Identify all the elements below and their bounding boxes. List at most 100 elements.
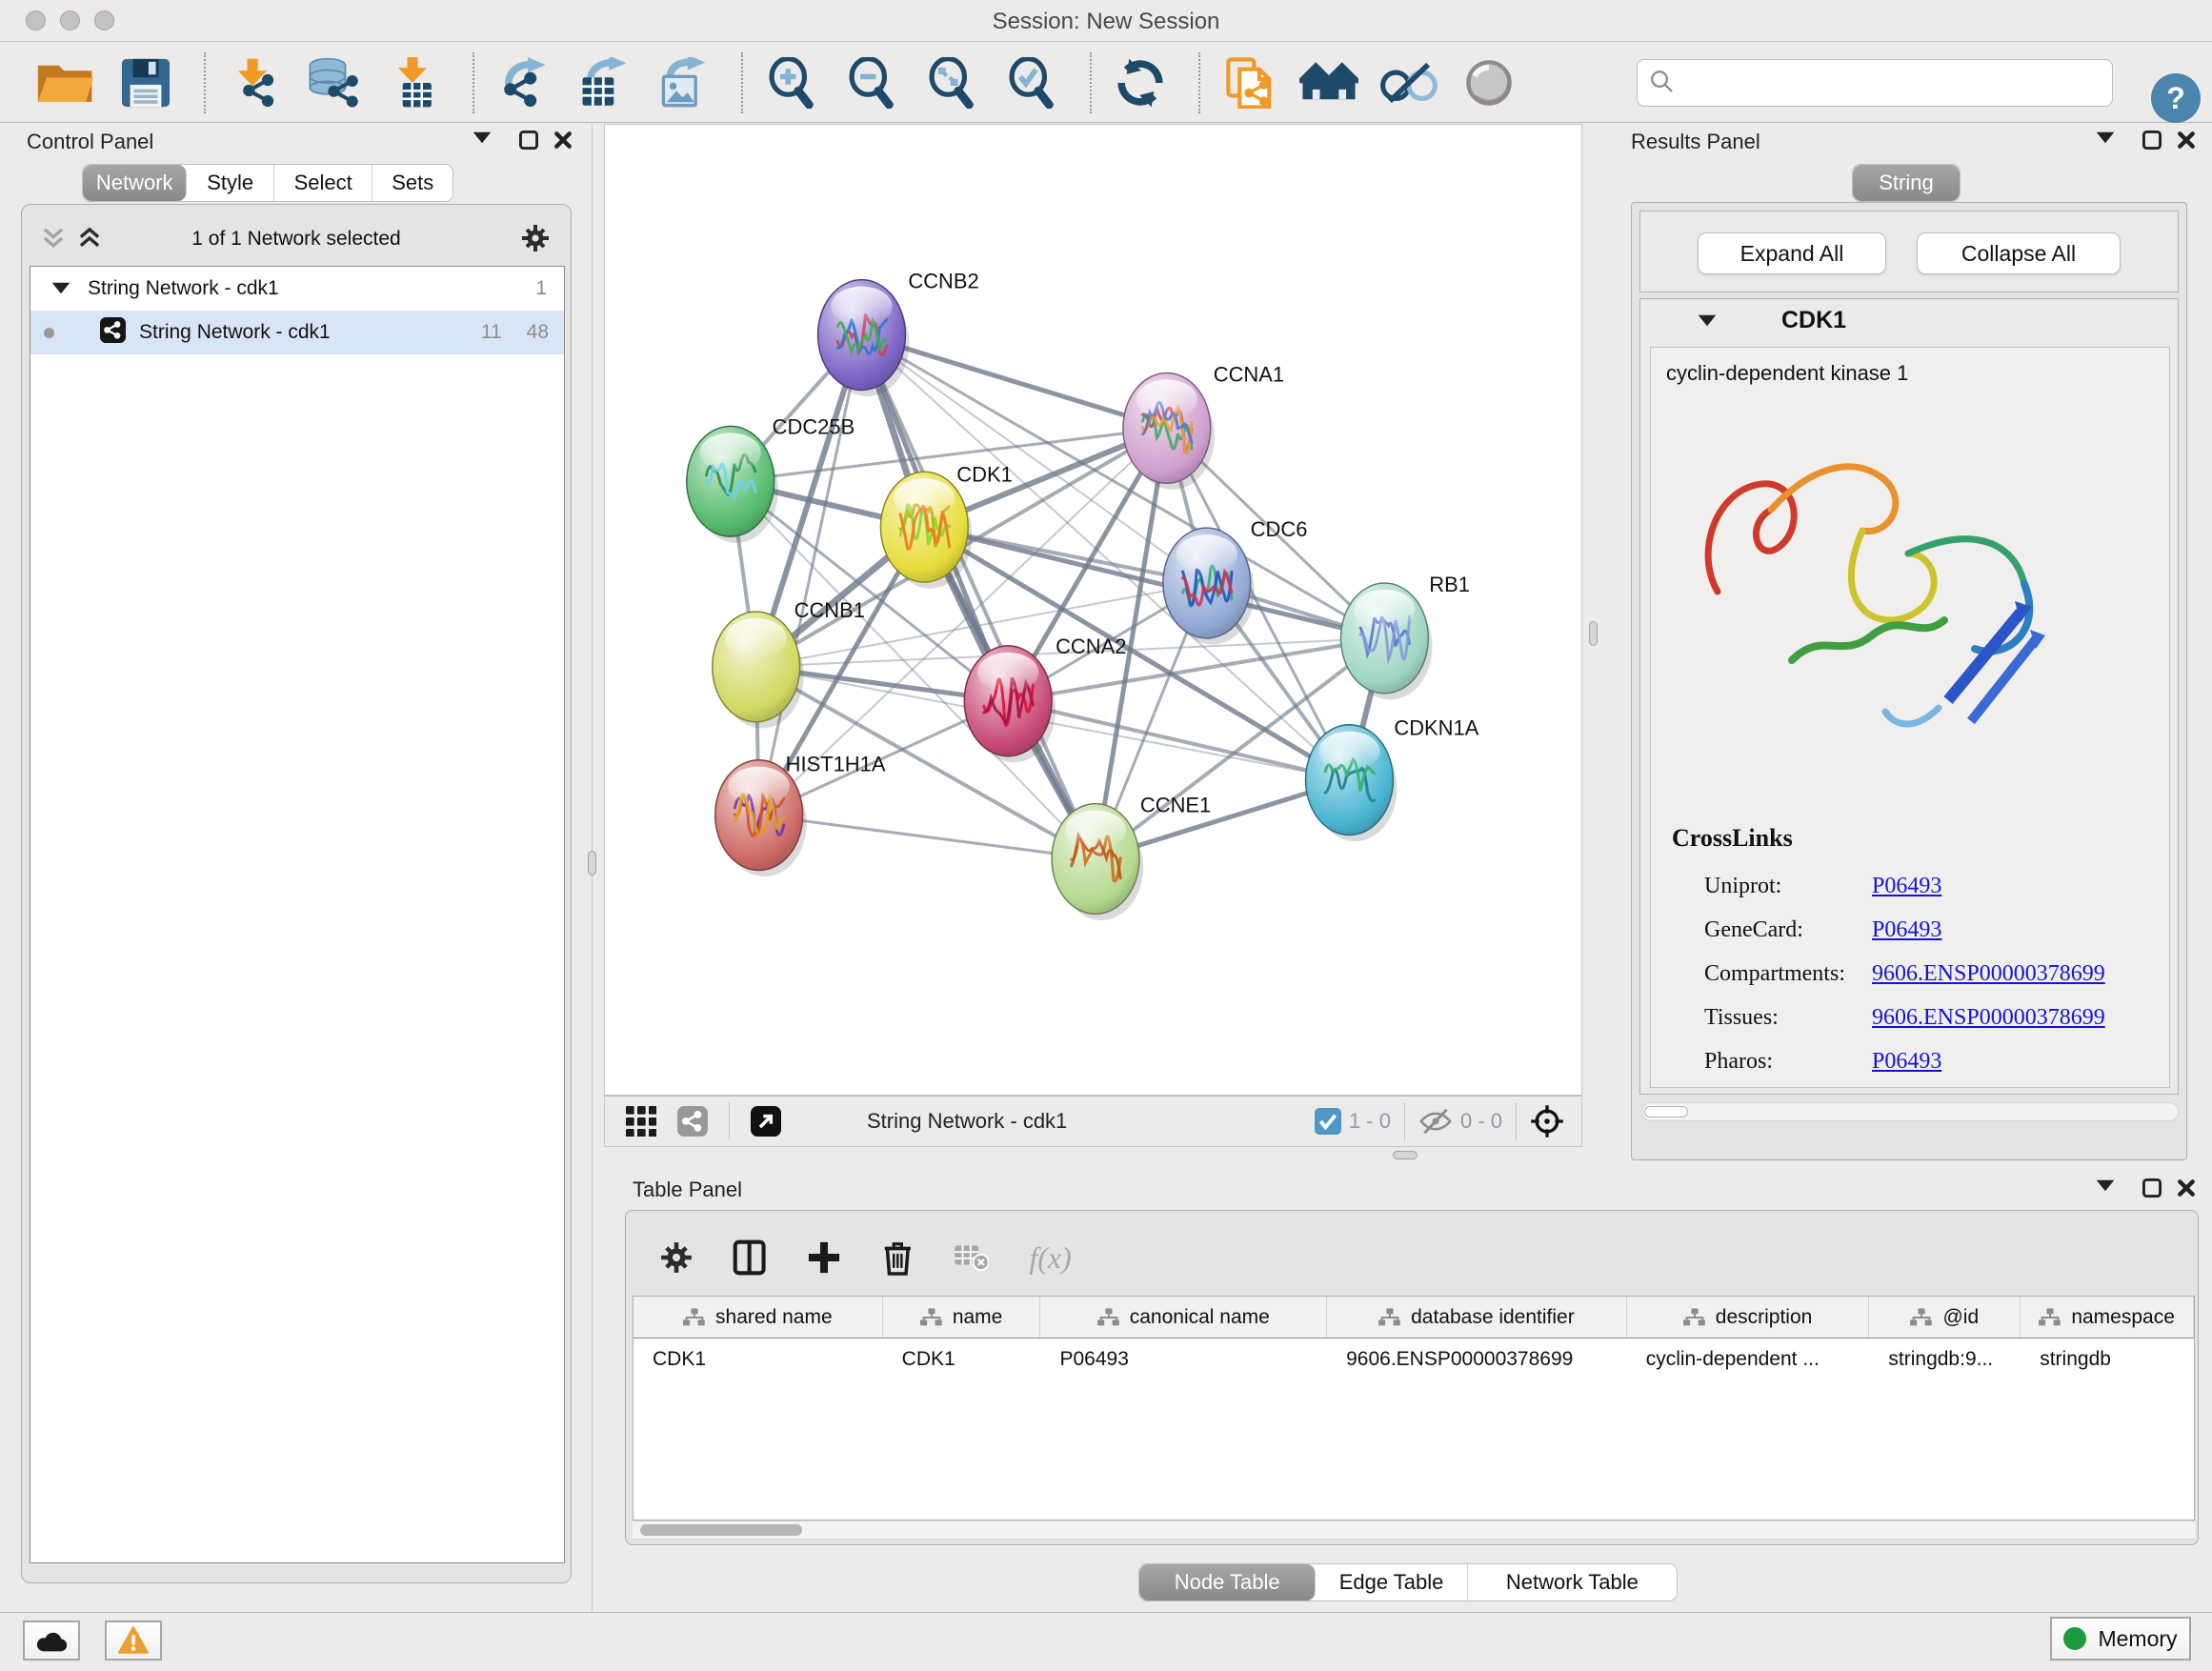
memory-button[interactable]: Memory bbox=[2050, 1617, 2191, 1661]
import-network-icon[interactable] bbox=[225, 53, 284, 112]
network-row[interactable]: String Network - cdk1 11 48 bbox=[30, 311, 564, 354]
gene-section-expander-icon[interactable] bbox=[1698, 314, 1717, 332]
network-node-HIST1H1A[interactable]: HIST1H1A bbox=[715, 753, 886, 876]
column-header-description[interactable]: description bbox=[1627, 1297, 1870, 1338]
delete-table-icon[interactable] bbox=[954, 1243, 990, 1272]
column-header-name[interactable]: name bbox=[883, 1297, 1041, 1338]
table-panel-float-button[interactable] bbox=[2142, 1178, 2162, 1203]
results-panel-float-button[interactable] bbox=[2142, 130, 2162, 155]
expand-all-button[interactable]: Expand All bbox=[1698, 232, 1886, 274]
control-panel-menu-button[interactable] bbox=[473, 131, 492, 149]
table-panel-close-button[interactable] bbox=[2176, 1178, 2197, 1203]
export-table-icon[interactable] bbox=[573, 53, 633, 112]
tab-network[interactable]: Network bbox=[83, 165, 187, 201]
table-cell[interactable]: CDK1 bbox=[883, 1339, 1041, 1380]
network-node-CCNA1[interactable]: CCNA1 bbox=[1123, 362, 1284, 489]
results-panel-close-button[interactable] bbox=[2176, 130, 2197, 155]
export-image-icon[interactable] bbox=[654, 53, 713, 112]
network-canvas[interactable]: CCNB2 CCNA1 CDC25B CDK1 CDC6 RB1 CCNB1 bbox=[604, 124, 1582, 1096]
show-columns-icon[interactable] bbox=[733, 1239, 766, 1276]
table-row[interactable]: CDK1CDK1P064939606.ENSP00000378699cyclin… bbox=[633, 1339, 2194, 1380]
hidden-eye-icon[interactable] bbox=[1418, 1108, 1453, 1135]
function-builder-icon[interactable]: f(x) bbox=[1029, 1240, 1071, 1276]
crosslink-row: GeneCard: P06493 bbox=[1704, 908, 2162, 952]
table-cell[interactable]: stringdb bbox=[2021, 1339, 2194, 1380]
network-edges[interactable] bbox=[731, 335, 1385, 859]
toolbar-separator bbox=[473, 52, 474, 113]
hide-panel-icon[interactable] bbox=[1379, 53, 1438, 112]
selected-checkbox-icon[interactable] bbox=[1315, 1108, 1341, 1135]
network-node-RB1[interactable]: RB1 bbox=[1340, 573, 1470, 699]
collection-expander-icon[interactable] bbox=[51, 277, 70, 300]
export-network-icon[interactable] bbox=[493, 53, 553, 112]
tab-string[interactable]: String bbox=[1853, 165, 1960, 201]
network-graph[interactable]: CCNB2 CCNA1 CDC25B CDK1 CDC6 RB1 CCNB1 bbox=[605, 125, 1581, 1095]
string-import-icon[interactable] bbox=[1219, 53, 1278, 112]
table-cell[interactable]: stringdb:9... bbox=[1869, 1339, 2021, 1380]
cloud-button[interactable] bbox=[23, 1621, 80, 1661]
network-overview-icon[interactable] bbox=[677, 1106, 708, 1137]
results-panel-menu-button[interactable] bbox=[2096, 131, 2115, 149]
control-panel-float-button[interactable] bbox=[518, 130, 539, 155]
control-panel-close-button[interactable] bbox=[553, 130, 573, 155]
tab-sets[interactable]: Sets bbox=[372, 165, 452, 201]
network-node-CCNE1[interactable]: CCNE1 bbox=[1052, 794, 1211, 920]
table-scrollbar[interactable] bbox=[633, 1520, 2195, 1540]
zoom-fit-icon[interactable] bbox=[922, 53, 981, 112]
zoom-in-icon[interactable] bbox=[762, 53, 821, 112]
import-database-icon[interactable] bbox=[305, 53, 364, 112]
network-node-CDKN1A[interactable]: CDKN1A bbox=[1306, 716, 1479, 841]
collapse-all-button[interactable]: Collapse All bbox=[1917, 232, 2121, 274]
network-collection-row[interactable]: String Network - cdk1 1 bbox=[30, 267, 564, 311]
refresh-icon[interactable] bbox=[1111, 53, 1170, 112]
delete-column-icon[interactable] bbox=[882, 1239, 914, 1276]
open-session-icon[interactable] bbox=[36, 53, 95, 112]
help-button[interactable]: ? bbox=[2151, 73, 2201, 123]
add-column-icon[interactable] bbox=[806, 1239, 842, 1276]
crosslink-link[interactable]: 9606.ENSP00000378699 bbox=[1872, 961, 2105, 987]
string-home-icon[interactable] bbox=[1299, 53, 1358, 112]
crosslink-link[interactable]: P06493 bbox=[1872, 874, 1941, 899]
crosslink-link[interactable]: 9606.ENSP00000378699 bbox=[1872, 1005, 2105, 1031]
tab-style[interactable]: Style bbox=[187, 165, 274, 201]
show-panel-icon[interactable] bbox=[1459, 53, 1518, 112]
table-cell[interactable]: 9606.ENSP00000378699 bbox=[1327, 1339, 1627, 1380]
save-session-icon[interactable] bbox=[116, 53, 175, 112]
left-splitter-handle[interactable] bbox=[588, 851, 596, 876]
column-header-shared-name[interactable]: shared name bbox=[633, 1297, 883, 1338]
table-panel: Table Panel f(x) shared namenamecanonica… bbox=[612, 1164, 2204, 1612]
tab-network-table[interactable]: Network Table bbox=[1468, 1564, 1677, 1601]
fit-selected-crosshair-icon[interactable] bbox=[1530, 1104, 1564, 1138]
search-input[interactable] bbox=[1681, 70, 2101, 95]
results-scrollbar-thumb[interactable] bbox=[1644, 1106, 1688, 1117]
node-label-CCNB1: CCNB1 bbox=[794, 598, 865, 622]
selected-counts: 1 - 0 bbox=[1349, 1109, 1391, 1134]
crosslink-link[interactable]: P06493 bbox=[1872, 1049, 1941, 1075]
table-cell[interactable]: cyclin-dependent ... bbox=[1627, 1339, 1870, 1380]
tab-select[interactable]: Select bbox=[274, 165, 372, 201]
table-scrollbar-thumb[interactable] bbox=[640, 1524, 802, 1536]
network-options-gear-icon[interactable] bbox=[521, 222, 550, 251]
table-cell[interactable]: P06493 bbox=[1040, 1339, 1327, 1380]
table-panel-menu-button[interactable] bbox=[2096, 1179, 2115, 1197]
table-settings-gear-icon[interactable] bbox=[660, 1241, 693, 1274]
node-table: shared namenamecanonical namedatabase id… bbox=[633, 1296, 2195, 1520]
column-header-canonical-name[interactable]: canonical name bbox=[1040, 1297, 1327, 1338]
column-header--id[interactable]: @id bbox=[1869, 1297, 2021, 1338]
bottom-splitter-handle[interactable] bbox=[1393, 1151, 1418, 1159]
table-cell[interactable]: CDK1 bbox=[633, 1339, 883, 1380]
column-header-namespace[interactable]: namespace bbox=[2021, 1297, 2194, 1338]
birds-eye-view-icon[interactable] bbox=[626, 1106, 656, 1137]
warnings-button[interactable] bbox=[105, 1621, 162, 1661]
column-header-database-identifier[interactable]: database identifier bbox=[1327, 1297, 1627, 1338]
zoom-out-icon[interactable] bbox=[842, 53, 901, 112]
network-node-CCNB2[interactable]: CCNB2 bbox=[818, 270, 979, 396]
zoom-selected-icon[interactable] bbox=[1002, 53, 1061, 112]
results-scrollbar[interactable] bbox=[1641, 1102, 2179, 1121]
export-view-icon[interactable] bbox=[751, 1106, 781, 1137]
right-splitter-handle[interactable] bbox=[1589, 621, 1598, 646]
crosslink-link[interactable]: P06493 bbox=[1872, 917, 1941, 943]
import-table-icon[interactable] bbox=[385, 53, 444, 112]
tab-edge-table[interactable]: Edge Table bbox=[1316, 1564, 1467, 1601]
tab-node-table[interactable]: Node Table bbox=[1139, 1564, 1316, 1601]
